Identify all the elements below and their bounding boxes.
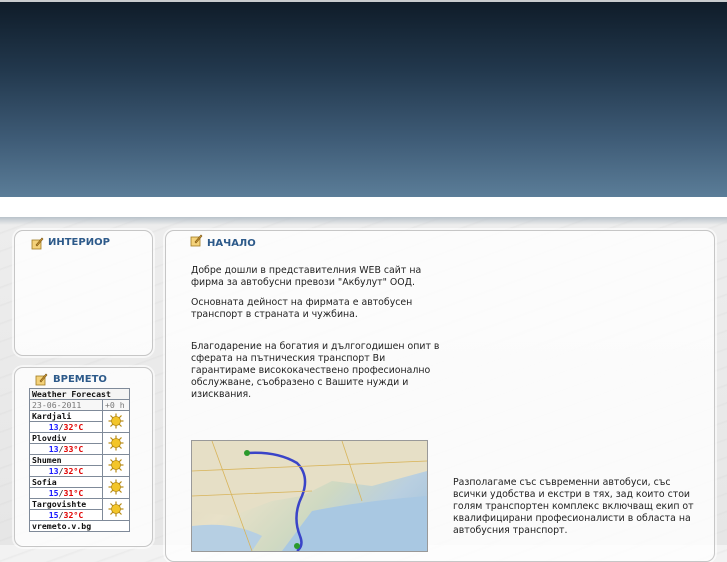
experience-paragraph: Благодарение на богатия и дългогодишен о…: [191, 341, 440, 400]
temp-unit: °C: [73, 422, 84, 432]
low-temp: 15: [48, 488, 59, 498]
high-temp: 32: [63, 422, 74, 432]
sun-icon: [102, 454, 130, 477]
page-title: НАЧАЛО: [207, 238, 256, 249]
weather-city-name: Kardjali: [29, 410, 103, 422]
pencil-note-icon: [190, 234, 203, 247]
activity-paragraph: Основната дейност на фирмата е автобусен…: [191, 297, 413, 320]
header-banner: [0, 0, 727, 197]
weather-date: 23-06-2011: [29, 399, 103, 411]
pencil-note-icon: [35, 373, 48, 386]
temp-unit: °C: [73, 444, 84, 454]
high-temp: 33: [63, 444, 74, 454]
weather-city-name: Shumen: [29, 454, 103, 466]
high-temp: 32: [63, 466, 74, 476]
interior-title: ИНТЕРИОР: [48, 237, 110, 248]
sun-icon: [102, 410, 130, 433]
weather-temperature: 13/33°C: [29, 443, 103, 455]
route-map-image: [191, 440, 428, 552]
temp-unit: °C: [73, 466, 84, 476]
sun-icon: [102, 476, 130, 499]
route-map-drawing: [192, 441, 427, 551]
weather-temperature: 15/32°C: [29, 509, 103, 521]
high-temp: 32: [63, 510, 74, 520]
sun-icon: [102, 498, 130, 521]
weather-temperature: 13/32°C: [29, 421, 103, 433]
pencil-note-icon: [31, 237, 44, 250]
weather-temperature: 13/32°C: [29, 465, 103, 477]
intro-paragraph: Добре дошли в представителния WEB сайт н…: [191, 265, 422, 288]
low-temp: 13: [48, 422, 59, 432]
sun-icon: [102, 432, 130, 455]
weather-offset: +0 h: [102, 399, 130, 411]
weather-forecast-widget[interactable]: Weather Forecast 23-06-2011 +0 h Kardjal…: [29, 388, 130, 532]
low-temp: 13: [48, 466, 59, 476]
low-temp: 13: [48, 444, 59, 454]
weather-city-name: Plovdiv: [29, 432, 103, 444]
fleet-paragraph: Разполагаме със съвременни автобуси, със…: [453, 477, 694, 536]
temp-unit: °C: [73, 510, 84, 520]
weather-header[interactable]: Weather Forecast: [29, 388, 130, 400]
weather-temperature: 15/31°C: [29, 487, 103, 499]
header-shadow: [0, 217, 727, 225]
weather-title: ВРЕМЕТО: [53, 374, 107, 385]
temp-unit: °C: [73, 488, 84, 498]
low-temp: 15: [48, 510, 59, 520]
weather-footer-link[interactable]: vremeto.v.bg: [29, 520, 130, 532]
header-divider: [0, 197, 727, 217]
weather-city-name: Sofia: [29, 476, 103, 488]
high-temp: 31: [63, 488, 74, 498]
weather-city-name: Targovishte: [29, 498, 103, 510]
